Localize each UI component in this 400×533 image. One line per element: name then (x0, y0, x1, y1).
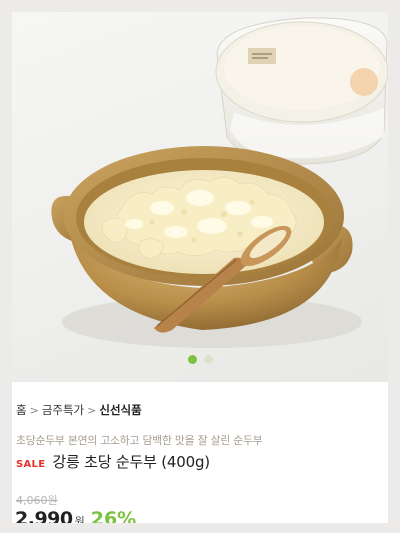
price-row: 2,990 원 26% (15, 508, 136, 523)
product-name: 강릉 초당 순두부 (400g) (52, 453, 210, 471)
sale-badge: SALE (16, 459, 46, 470)
breadcrumb: 홈 > 금주특가 > 신선식품 (16, 402, 142, 418)
product-card: 홈 > 금주특가 > 신선식품 초당순두부 본연의 고소하고 담백한 맛을 잘 … (12, 12, 388, 523)
breadcrumb-separator: > (87, 403, 97, 417)
tofu-package (215, 17, 388, 165)
product-info: 홈 > 금주특가 > 신선식품 초당순두부 본연의 고소하고 담백한 맛을 잘 … (12, 382, 388, 523)
carousel-dot-1[interactable] (187, 355, 197, 364)
discount-rate: 26% (90, 508, 137, 523)
breadcrumb-weekly-special[interactable]: 금주특가 (42, 402, 84, 418)
product-title-row: SALE 강릉 초당 순두부 (400g) (16, 451, 210, 472)
carousel-dot-2[interactable] (203, 355, 213, 364)
breadcrumb-home[interactable]: 홈 (16, 402, 27, 418)
carousel-indicator (12, 355, 388, 365)
original-price: 4,060원 (16, 494, 58, 507)
currency-unit: 원 (74, 515, 85, 523)
product-subtitle: 초당순두부 본연의 고소하고 담백한 맛을 잘 살린 순두부 (16, 434, 263, 447)
breadcrumb-fresh-food[interactable]: 신선식품 (99, 402, 141, 418)
tofu-bowl-illustration (51, 17, 388, 348)
sale-price: 2,990 (15, 508, 73, 523)
product-image[interactable] (12, 12, 388, 382)
breadcrumb-separator: > (29, 403, 39, 417)
